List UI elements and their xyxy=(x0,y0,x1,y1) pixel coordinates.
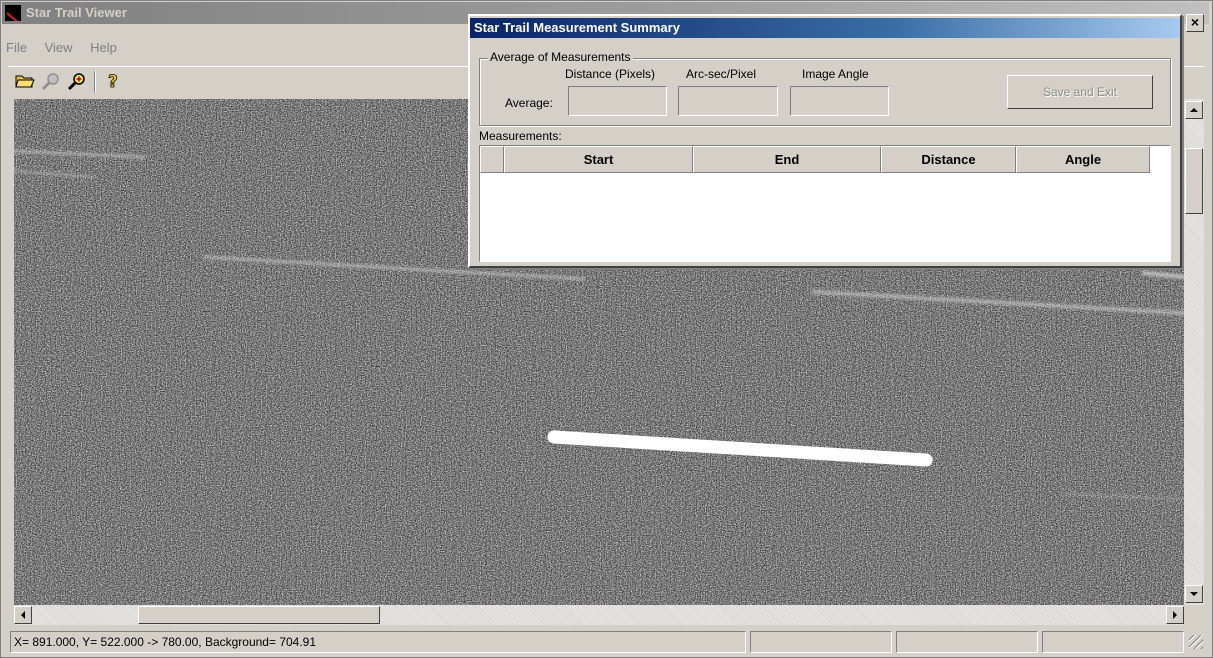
dialog-title-bar[interactable]: Star Trail Measurement Summary xyxy=(470,18,1180,38)
resize-grip-icon[interactable] xyxy=(1189,635,1203,649)
zoom-out-icon[interactable] xyxy=(40,71,62,93)
table-header: Start End Distance Angle xyxy=(480,146,1170,173)
angle-column-label: Image Angle xyxy=(802,67,869,81)
scroll-down-button[interactable] xyxy=(1185,585,1203,603)
vertical-scrollbar[interactable] xyxy=(1184,99,1204,605)
measurements-table[interactable]: Start End Distance Angle xyxy=(479,145,1171,262)
open-folder-icon[interactable] xyxy=(14,71,36,93)
svg-text:?: ? xyxy=(108,72,118,91)
status-bar: X= 891.000, Y= 522.000 -> 780.00, Backgr… xyxy=(10,631,1205,653)
average-group-label: Average of Measurements xyxy=(488,50,633,64)
distance-column-label: Distance (Pixels) xyxy=(565,67,656,81)
menu-view[interactable]: View xyxy=(43,40,75,55)
measurement-summary-dialog: Star Trail Measurement Summary Average o… xyxy=(468,14,1182,268)
status-pane-2 xyxy=(750,631,892,653)
dialog-title: Star Trail Measurement Summary xyxy=(474,20,680,35)
arrow-up-icon xyxy=(1190,108,1198,112)
menu-file[interactable]: File xyxy=(4,40,29,55)
close-button[interactable]: × xyxy=(1186,14,1204,32)
app-icon xyxy=(5,5,21,21)
horizontal-scrollbar[interactable] xyxy=(14,605,1184,625)
menu-bar: File View Help xyxy=(4,40,129,60)
main-window-title: Star Trail Viewer xyxy=(26,5,127,20)
arrow-left-icon xyxy=(21,611,25,619)
scroll-up-button[interactable] xyxy=(1185,101,1203,119)
help-icon[interactable]: ? xyxy=(102,71,124,93)
horizontal-scroll-thumb[interactable] xyxy=(138,606,380,624)
header-row-selector[interactable] xyxy=(480,146,504,173)
zoom-in-icon[interactable] xyxy=(66,71,88,93)
average-row-label: Average: xyxy=(505,96,553,110)
average-angle-field xyxy=(790,86,889,116)
status-readout: X= 891.000, Y= 522.000 -> 780.00, Backgr… xyxy=(10,631,746,653)
arcsec-column-label: Arc-sec/Pixel xyxy=(686,67,757,81)
vertical-scroll-thumb[interactable] xyxy=(1185,148,1203,214)
scroll-left-button[interactable] xyxy=(14,606,32,624)
arrow-down-icon xyxy=(1190,592,1198,596)
toolbar-separator xyxy=(94,71,96,93)
average-arcsec-field xyxy=(678,86,778,116)
status-pane-3 xyxy=(896,631,1038,653)
header-distance[interactable]: Distance xyxy=(881,146,1016,173)
status-pane-4 xyxy=(1042,631,1184,653)
header-angle[interactable]: Angle xyxy=(1016,146,1150,173)
header-end[interactable]: End xyxy=(693,146,881,173)
save-and-exit-button[interactable]: Save and Exit xyxy=(1007,75,1153,109)
scroll-right-button[interactable] xyxy=(1166,606,1184,624)
menu-help[interactable]: Help xyxy=(88,40,119,55)
close-icon: × xyxy=(1190,14,1200,30)
arrow-right-icon xyxy=(1173,611,1177,619)
header-start[interactable]: Start xyxy=(504,146,693,173)
average-distance-field xyxy=(568,86,667,116)
measurements-label: Measurements: xyxy=(479,129,562,143)
